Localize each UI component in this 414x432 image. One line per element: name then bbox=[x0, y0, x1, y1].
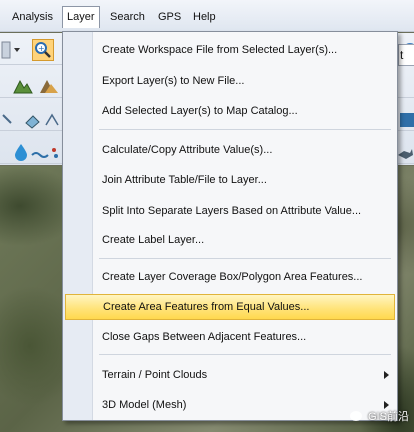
bird-icon[interactable] bbox=[396, 143, 414, 165]
menu-gps[interactable]: GPS bbox=[154, 6, 185, 28]
menu-layer[interactable]: Layer bbox=[62, 6, 100, 28]
wave-icon[interactable] bbox=[30, 141, 52, 163]
terrain-icon[interactable] bbox=[12, 75, 34, 97]
partial-text-field[interactable]: t up bbox=[398, 44, 414, 66]
menu-item-add-to-map-catalog[interactable]: Add Selected Layer(s) to Map Catalog... bbox=[65, 98, 395, 124]
menu-separator bbox=[99, 129, 391, 130]
menu-item-terrain-point-clouds[interactable]: Terrain / Point Clouds bbox=[65, 362, 395, 388]
eraser-icon[interactable] bbox=[22, 109, 44, 131]
menu-bar: Analysis Layer Search GPS Help bbox=[0, 0, 414, 32]
menu-help[interactable]: Help bbox=[189, 6, 220, 28]
menu-search[interactable]: Search bbox=[106, 6, 149, 28]
menu-item-calculate-attribute[interactable]: Calculate/Copy Attribute Value(s)... bbox=[65, 137, 395, 163]
edit-line-icon[interactable] bbox=[0, 109, 22, 131]
menu-item-create-label-layer[interactable]: Create Label Layer... bbox=[65, 227, 395, 253]
menu-item-create-workspace-file[interactable]: Create Workspace File from Selected Laye… bbox=[65, 37, 395, 63]
menu-item-export-layers[interactable]: Export Layer(s) to New File... bbox=[65, 68, 395, 94]
menu-separator bbox=[99, 258, 391, 259]
water-drop-icon[interactable] bbox=[10, 141, 32, 163]
blue-panel-icon[interactable] bbox=[398, 109, 414, 131]
watermark: GIS前沿 bbox=[350, 406, 410, 426]
menu-item-create-area-features[interactable]: Create Area Features from Equal Values..… bbox=[65, 294, 395, 320]
menu-item-create-coverage-box[interactable]: Create Layer Coverage Box/Polygon Area F… bbox=[65, 264, 395, 290]
toolbar-grip-icon[interactable] bbox=[0, 39, 12, 61]
menu-item-join-attribute-table[interactable]: Join Attribute Table/File to Layer... bbox=[65, 167, 395, 193]
menu-item-close-gaps[interactable]: Close Gaps Between Adjacent Features... bbox=[65, 324, 395, 350]
menu-item-label: 3D Model (Mesh) bbox=[102, 399, 187, 411]
menu-separator bbox=[99, 354, 391, 355]
menu-item-label: Terrain / Point Clouds bbox=[102, 369, 208, 381]
zoom-tool-icon[interactable]: + bbox=[32, 39, 54, 61]
layer-menu-dropdown: Create Workspace File from Selected Laye… bbox=[62, 31, 398, 421]
watermark-text: GIS前沿 bbox=[368, 411, 409, 423]
point-marker-icon[interactable] bbox=[50, 141, 62, 163]
menu-item-split-layers[interactable]: Split Into Separate Layers Based on Attr… bbox=[65, 198, 395, 224]
svg-text:+: + bbox=[38, 44, 45, 53]
menu-analysis[interactable]: Analysis bbox=[8, 6, 57, 28]
mountain-tool-icon[interactable] bbox=[38, 75, 60, 97]
submenu-arrow-icon bbox=[384, 371, 389, 379]
wechat-logo-icon bbox=[350, 411, 362, 421]
dropdown-arrow-icon[interactable] bbox=[13, 43, 21, 57]
menu-item-3d-model-mesh[interactable]: 3D Model (Mesh) bbox=[65, 392, 395, 418]
vertex-tool-icon[interactable] bbox=[44, 109, 60, 131]
